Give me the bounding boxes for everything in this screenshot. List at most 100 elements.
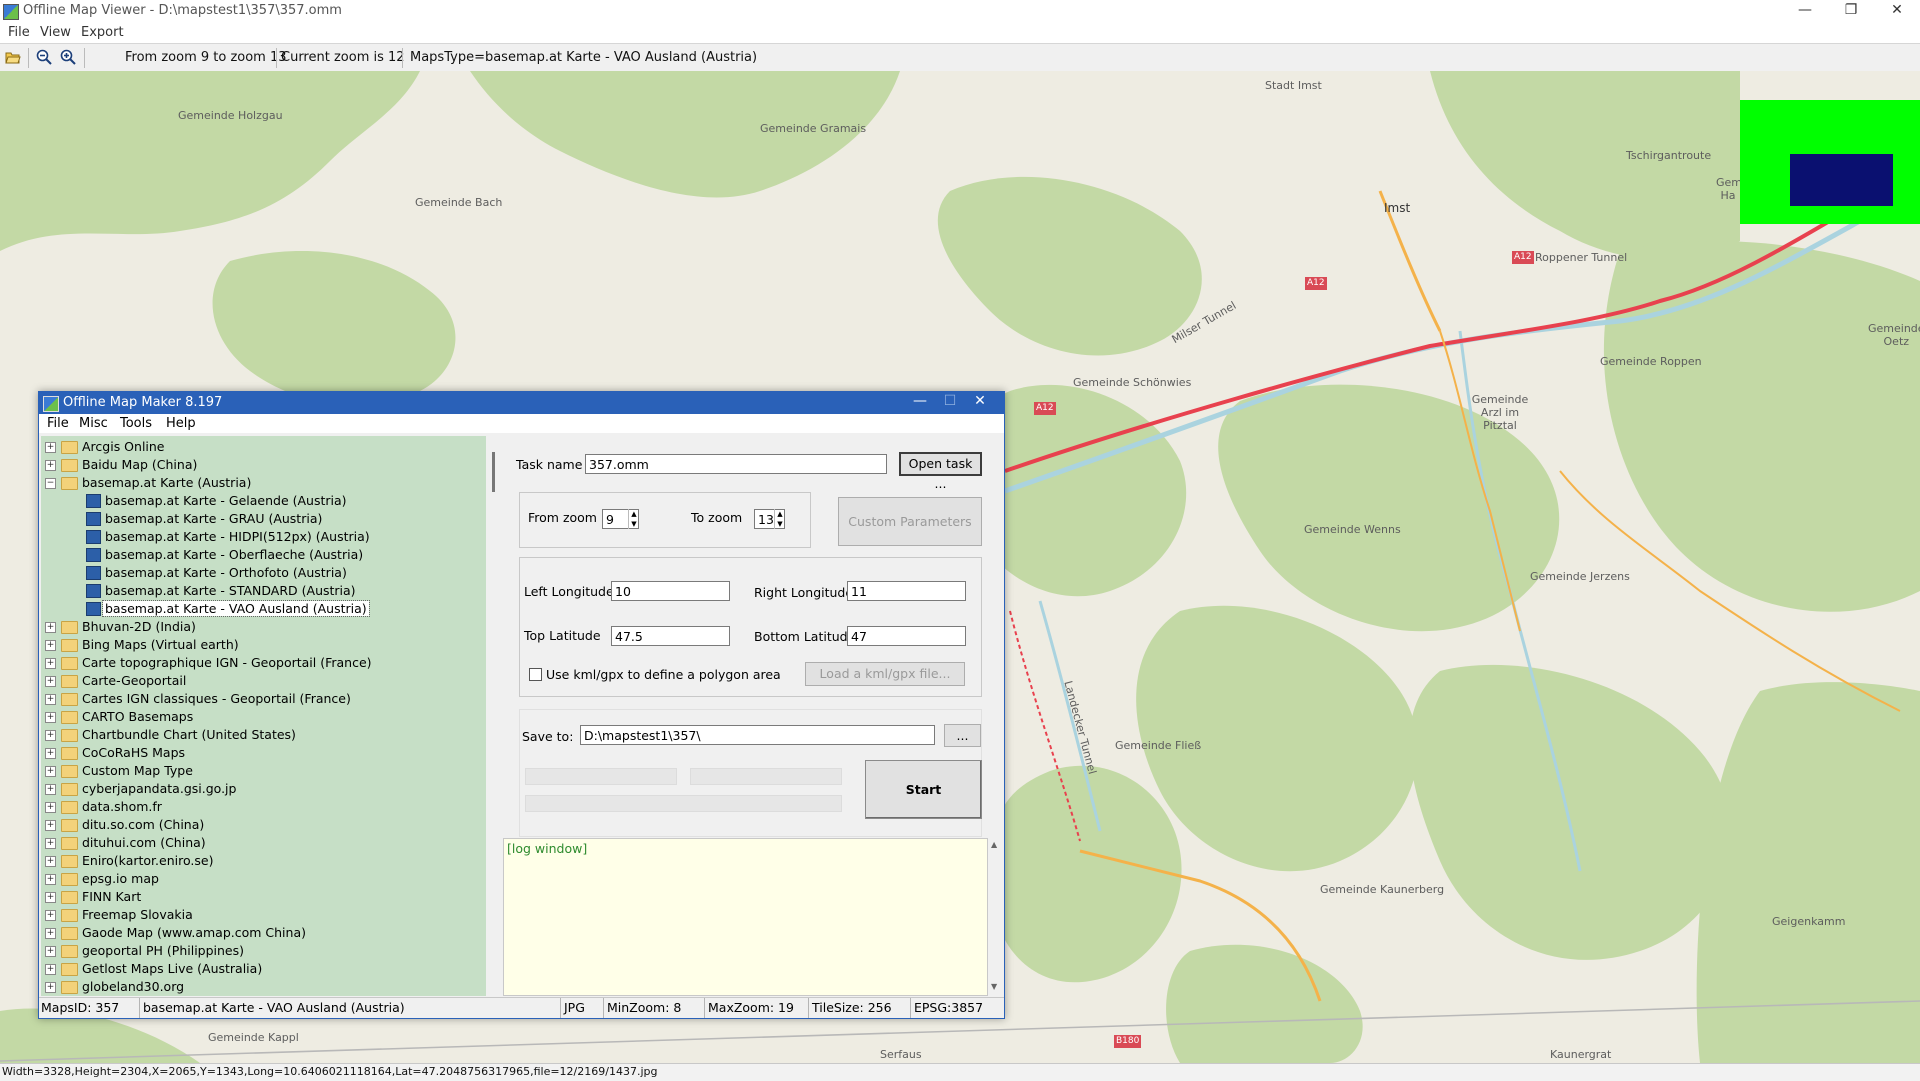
expand-icon[interactable]: + [45, 820, 56, 831]
expand-icon[interactable]: + [45, 748, 56, 759]
map-label: A12 [1512, 251, 1534, 264]
expand-icon[interactable]: + [45, 712, 56, 723]
tree-item-label: basemap.at Karte - GRAU (Austria) [105, 511, 323, 526]
tree-item-label: basemap.at Karte - Oberflaeche (Austria) [105, 547, 364, 562]
tree-item-label: Gaode Map (www.amap.com China) [82, 925, 306, 940]
scroll-up-icon[interactable]: ▲ [991, 840, 997, 849]
expand-icon[interactable]: + [45, 982, 56, 993]
open-folder-icon[interactable] [5, 49, 21, 65]
log-window[interactable]: [log window] [503, 838, 988, 996]
tree-item-label: Cartes IGN classiques - Geoportail (Fran… [82, 691, 351, 706]
expand-icon[interactable]: + [45, 802, 56, 813]
task-name-input[interactable]: 357.omm [585, 454, 887, 474]
folder-icon [61, 837, 78, 850]
zoom-range-text: From zoom 9 to zoom 13 [125, 50, 287, 65]
tree-item-label: CARTO Basemaps [82, 709, 194, 724]
menu-export[interactable]: Export [81, 25, 124, 40]
from-zoom-spinner[interactable]: ▲ ▼ [628, 509, 639, 529]
tree-item-label: globeland30.org [82, 979, 185, 994]
map-label: Gemeinde Wenns [1304, 523, 1401, 536]
tree-item-label: Getlost Maps Live (Australia) [82, 961, 263, 976]
close-button[interactable]: ✕ [1882, 2, 1912, 20]
map-label: Gemeinde Jerzens [1530, 570, 1630, 583]
status-max-zoom: MaxZoom: 19 [708, 1000, 794, 1015]
right-longitude-input[interactable]: 11 [847, 581, 966, 601]
status-text: Width=3328,Height=2304,X=2065,Y=1343,Lon… [2, 1065, 658, 1078]
dialog-menu-help[interactable]: Help [166, 416, 196, 431]
scrollbar-thumb[interactable] [492, 452, 495, 492]
minimize-button[interactable]: — [1790, 2, 1820, 20]
task-name-label: Task name [516, 457, 583, 472]
tree-item-label: Baidu Map (China) [82, 457, 198, 472]
tree-item-label: geoportal PH (Philippines) [82, 943, 245, 958]
expand-icon[interactable]: + [45, 442, 56, 453]
expand-icon[interactable]: + [45, 640, 56, 651]
dialog-close-button[interactable]: ✕ [965, 393, 995, 409]
scroll-down-icon[interactable]: ▼ [991, 982, 997, 991]
load-kml-button[interactable]: Load a kml/gpx file... [805, 662, 965, 686]
dialog-minimize-button[interactable]: — [905, 393, 935, 409]
log-scrollbar[interactable]: ▲ ▼ [988, 838, 1003, 996]
toolbar-separator [402, 48, 403, 68]
overview-minimap[interactable] [1740, 100, 1920, 224]
maximize-button[interactable]: ❐ [1836, 2, 1866, 20]
save-path-input[interactable]: D:\mapstest1\357\ [580, 725, 935, 745]
dialog-menu-misc[interactable]: Misc [79, 416, 108, 431]
expand-icon[interactable]: + [45, 784, 56, 795]
expand-icon[interactable]: + [45, 928, 56, 939]
expand-icon[interactable]: + [45, 730, 56, 741]
tree-scrollbar[interactable] [486, 436, 503, 996]
start-button[interactable]: Start [865, 760, 982, 819]
status-tile-size: TileSize: 256 [812, 1000, 892, 1015]
dialog-menu-tools[interactable]: Tools [120, 416, 152, 431]
expand-icon[interactable]: + [45, 946, 56, 957]
to-zoom-spinner[interactable]: ▲ ▼ [774, 509, 785, 529]
expand-icon[interactable]: + [45, 766, 56, 777]
expand-icon[interactable]: + [45, 874, 56, 885]
expand-icon[interactable]: + [45, 838, 56, 849]
dialog-menu-bar: File Misc Tools Help [39, 414, 1004, 433]
expand-icon[interactable]: + [45, 892, 56, 903]
menu-file[interactable]: File [8, 25, 30, 40]
custom-parameters-button[interactable]: Custom Parameters [838, 497, 982, 546]
bottom-latitude-input[interactable]: 47 [847, 626, 966, 646]
expand-icon[interactable]: + [45, 622, 56, 633]
map-layer-icon [86, 566, 101, 580]
map-layer-icon [86, 548, 101, 562]
browse-folder-button[interactable]: ... [944, 724, 981, 747]
tree-item-label: CoCoRaHS Maps [82, 745, 186, 760]
app-icon [43, 396, 59, 412]
map-type-tree[interactable]: + Arcgis Online + Baidu Map (China) − basemap… [41, 436, 486, 996]
expand-icon[interactable]: + [45, 658, 56, 669]
expand-icon[interactable]: + [45, 856, 56, 867]
left-longitude-input[interactable]: 10 [611, 581, 730, 601]
folder-icon [61, 891, 78, 904]
map-layer-icon [86, 530, 101, 544]
folder-icon [61, 729, 78, 742]
expand-icon[interactable]: + [45, 694, 56, 705]
status-format: JPG [564, 1000, 585, 1015]
map-label: Tschirgantroute [1626, 149, 1712, 162]
folder-icon [61, 945, 78, 958]
dialog-maximize-button[interactable]: ☐ [935, 393, 965, 409]
tree-item-label: Carte topographique IGN - Geoportail (Fr… [82, 655, 372, 670]
map-label: B180 [1114, 1035, 1142, 1048]
zoom-in-icon[interactable] [60, 49, 76, 65]
menu-view[interactable]: View [40, 25, 71, 40]
top-latitude-input[interactable]: 47.5 [611, 626, 730, 646]
expand-icon[interactable]: + [45, 676, 56, 687]
status-divider [704, 998, 705, 1018]
expand-icon[interactable]: + [45, 964, 56, 975]
open-task-button[interactable]: Open task ... [899, 452, 982, 491]
tree-item-label: epsg.io map [82, 871, 159, 886]
kml-checkbox[interactable] [529, 668, 542, 681]
dialog-menu-file[interactable]: File [47, 416, 69, 431]
dialog-title-bar[interactable]: Offline Map Maker 8.197 — ☐ ✕ [39, 392, 1004, 414]
zoom-out-icon[interactable] [36, 49, 52, 65]
overview-viewport-rect[interactable] [1790, 154, 1893, 206]
tree-item-label: basemap.at Karte - Orthofoto (Austria) [105, 565, 347, 580]
collapse-icon[interactable]: − [45, 478, 56, 489]
expand-icon[interactable]: + [45, 910, 56, 921]
folder-icon [61, 873, 78, 886]
expand-icon[interactable]: + [45, 460, 56, 471]
